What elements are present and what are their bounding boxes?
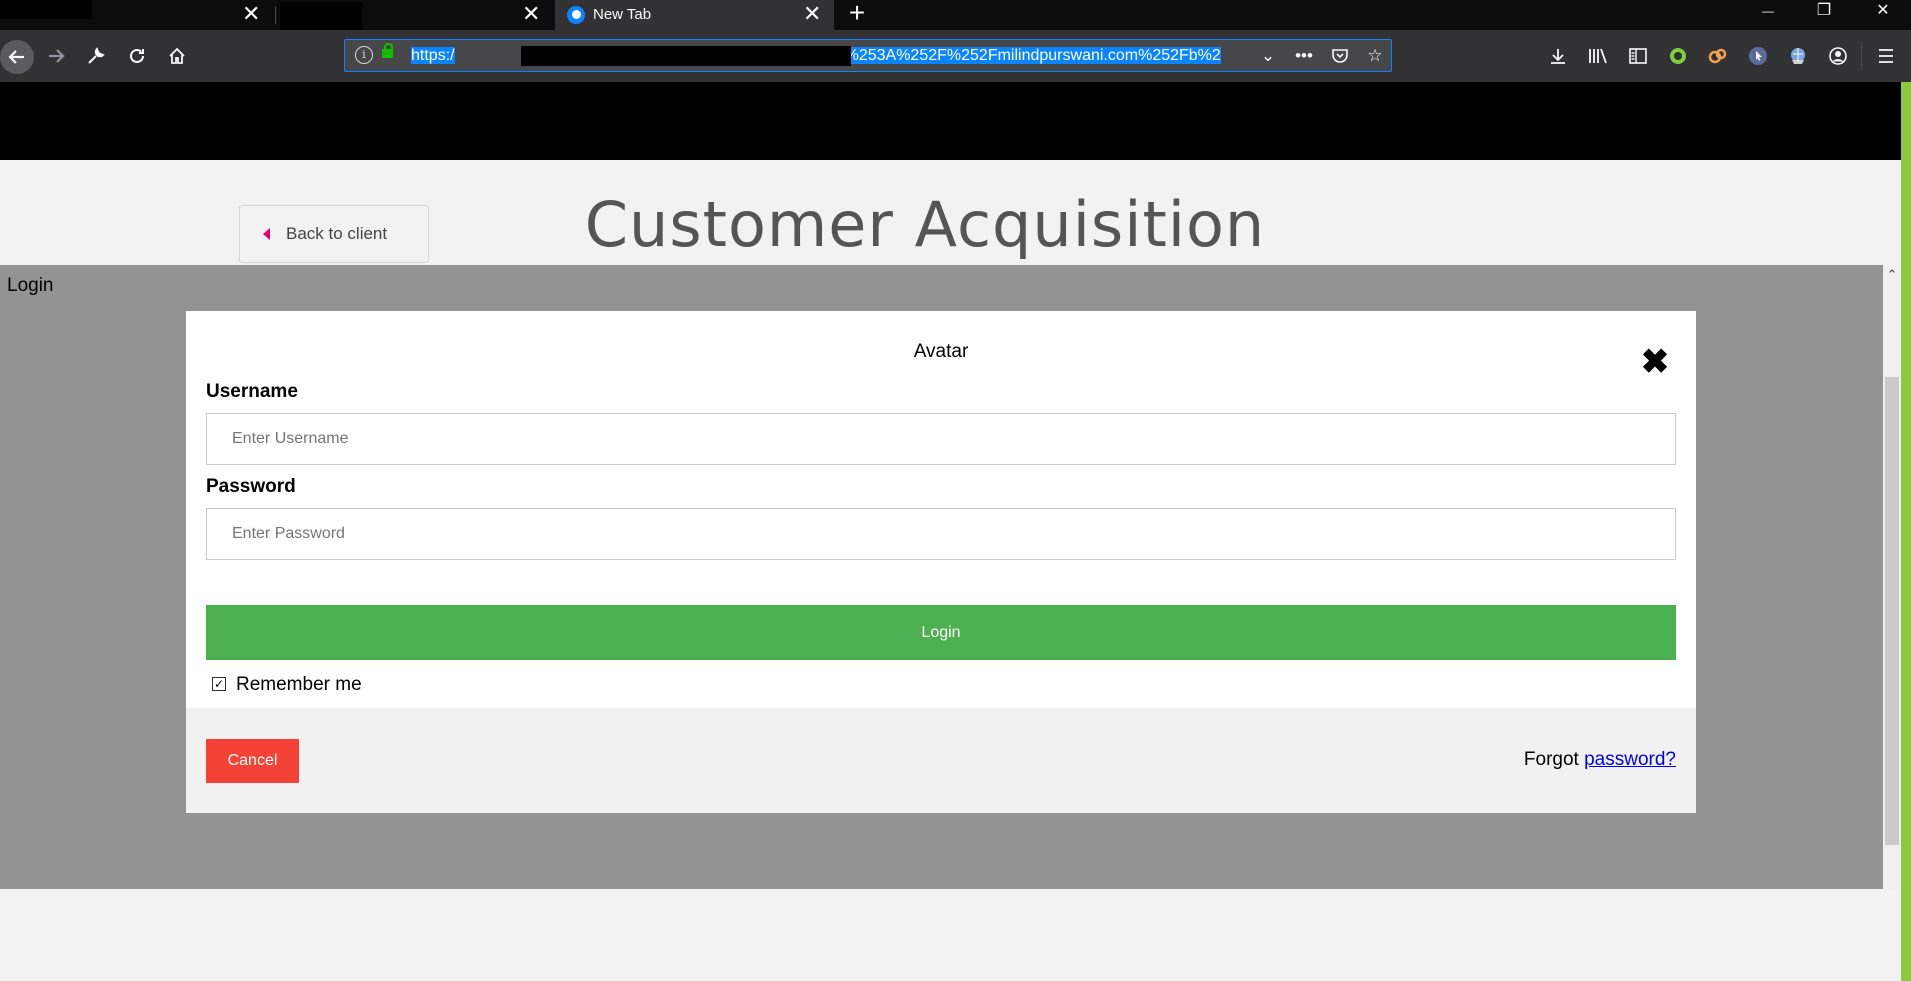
pocket-icon[interactable] <box>1326 45 1354 71</box>
extension-green-icon[interactable] <box>1662 40 1694 72</box>
tab-2[interactable]: ✕ <box>276 0 551 30</box>
address-bar[interactable]: i https:/ =https%253A%252F%252Fmilindpurs… <box>344 39 1392 72</box>
accent-edge <box>1901 82 1911 981</box>
firefox-icon <box>567 6 585 24</box>
tab-label: New Tab <box>593 6 652 23</box>
tab-new-tab[interactable]: New Tab ✕ <box>555 0 834 30</box>
scrollbar-thumb[interactable] <box>1885 377 1899 845</box>
tab-strip: ✕ ✕ New Tab ✕ + — ❐ ✕ <box>0 0 1911 30</box>
home-icon[interactable] <box>161 40 193 72</box>
forward-icon[interactable] <box>40 40 72 72</box>
modal-title: Avatar <box>913 341 969 362</box>
url-dropdown-icon[interactable]: ⌄ <box>1254 45 1282 67</box>
forgot-password-text: Forgot password? <box>1524 749 1676 771</box>
overlay-login-label: Login <box>7 275 54 296</box>
menu-icon[interactable] <box>1870 40 1902 72</box>
site-info-icon[interactable]: i <box>355 46 373 64</box>
caret-left-icon <box>263 228 270 240</box>
redacted-tab-title <box>280 2 362 30</box>
remember-me-checkbox[interactable]: ✓ <box>212 677 226 691</box>
remember-me-label: Remember me <box>236 674 362 695</box>
account-icon[interactable] <box>1822 40 1854 72</box>
login-button[interactable]: Login <box>206 605 1676 660</box>
username-label: Username <box>206 381 298 402</box>
library-icon[interactable] <box>1582 40 1614 72</box>
forgot-prefix: Forgot <box>1523 749 1579 770</box>
back-to-client-button[interactable]: Back to client <box>239 205 429 263</box>
bookmark-star-icon[interactable]: ☆ <box>1361 45 1389 67</box>
window-close-icon[interactable]: ✕ <box>1855 0 1911 30</box>
minimize-icon[interactable]: — <box>1740 0 1796 30</box>
username-field[interactable] <box>206 413 1676 465</box>
redacted-url-segment <box>521 46 851 66</box>
new-tab-icon[interactable]: + <box>842 0 872 30</box>
forgot-password-link[interactable]: password? <box>1584 749 1676 770</box>
password-label: Password <box>206 476 296 497</box>
extension-globe-icon[interactable] <box>1782 40 1814 72</box>
back-to-client-label: Back to client <box>286 224 388 243</box>
tab-close-icon[interactable]: ✕ <box>522 2 540 26</box>
login-modal: Avatar ✖ Username Password Login ✓ Remem… <box>186 311 1696 813</box>
modal-footer: Cancel Forgot password? <box>186 708 1696 813</box>
back-icon[interactable] <box>0 40 34 74</box>
lock-icon[interactable] <box>382 43 393 58</box>
url-prefix: https:/ <box>411 47 455 64</box>
extension-cursor-icon[interactable] <box>1742 40 1774 72</box>
password-field[interactable] <box>206 508 1676 560</box>
tab-close-icon[interactable]: ✕ <box>242 2 260 26</box>
close-icon[interactable]: ✖ <box>1638 345 1672 379</box>
page-title: Customer Acquisition <box>584 188 1266 261</box>
page-viewport: Back to client Customer Acquisition Logi… <box>0 82 1911 981</box>
page-actions-icon[interactable]: ••• <box>1290 45 1318 67</box>
url-suffix: =https%253A%252F%252Fmilindpurswani.com%… <box>800 47 1221 64</box>
sidebar-icon[interactable] <box>1622 40 1654 72</box>
overlay-scrollbar[interactable]: ⌃ <box>1883 265 1901 889</box>
navigation-toolbar: i https:/ =https%253A%252F%252Fmilindpurs… <box>0 30 1911 82</box>
redacted-tab-title <box>0 0 92 19</box>
url-text[interactable]: https:/ =https%253A%252F%252Fmilindpurswa… <box>411 46 1251 66</box>
toolbar-separator <box>1861 42 1862 70</box>
scroll-up-icon[interactable]: ⌃ <box>1883 267 1901 283</box>
cancel-button[interactable]: Cancel <box>206 739 299 783</box>
tab-1[interactable]: ✕ <box>0 0 275 30</box>
reload-icon[interactable] <box>121 40 153 72</box>
extension-orange-icon[interactable] <box>1702 40 1734 72</box>
restore-icon[interactable]: ❐ <box>1796 0 1852 30</box>
tab-close-icon[interactable]: ✕ <box>803 2 821 26</box>
wrench-icon[interactable] <box>80 40 112 72</box>
download-icon[interactable] <box>1542 40 1574 72</box>
site-header <box>0 82 1901 160</box>
